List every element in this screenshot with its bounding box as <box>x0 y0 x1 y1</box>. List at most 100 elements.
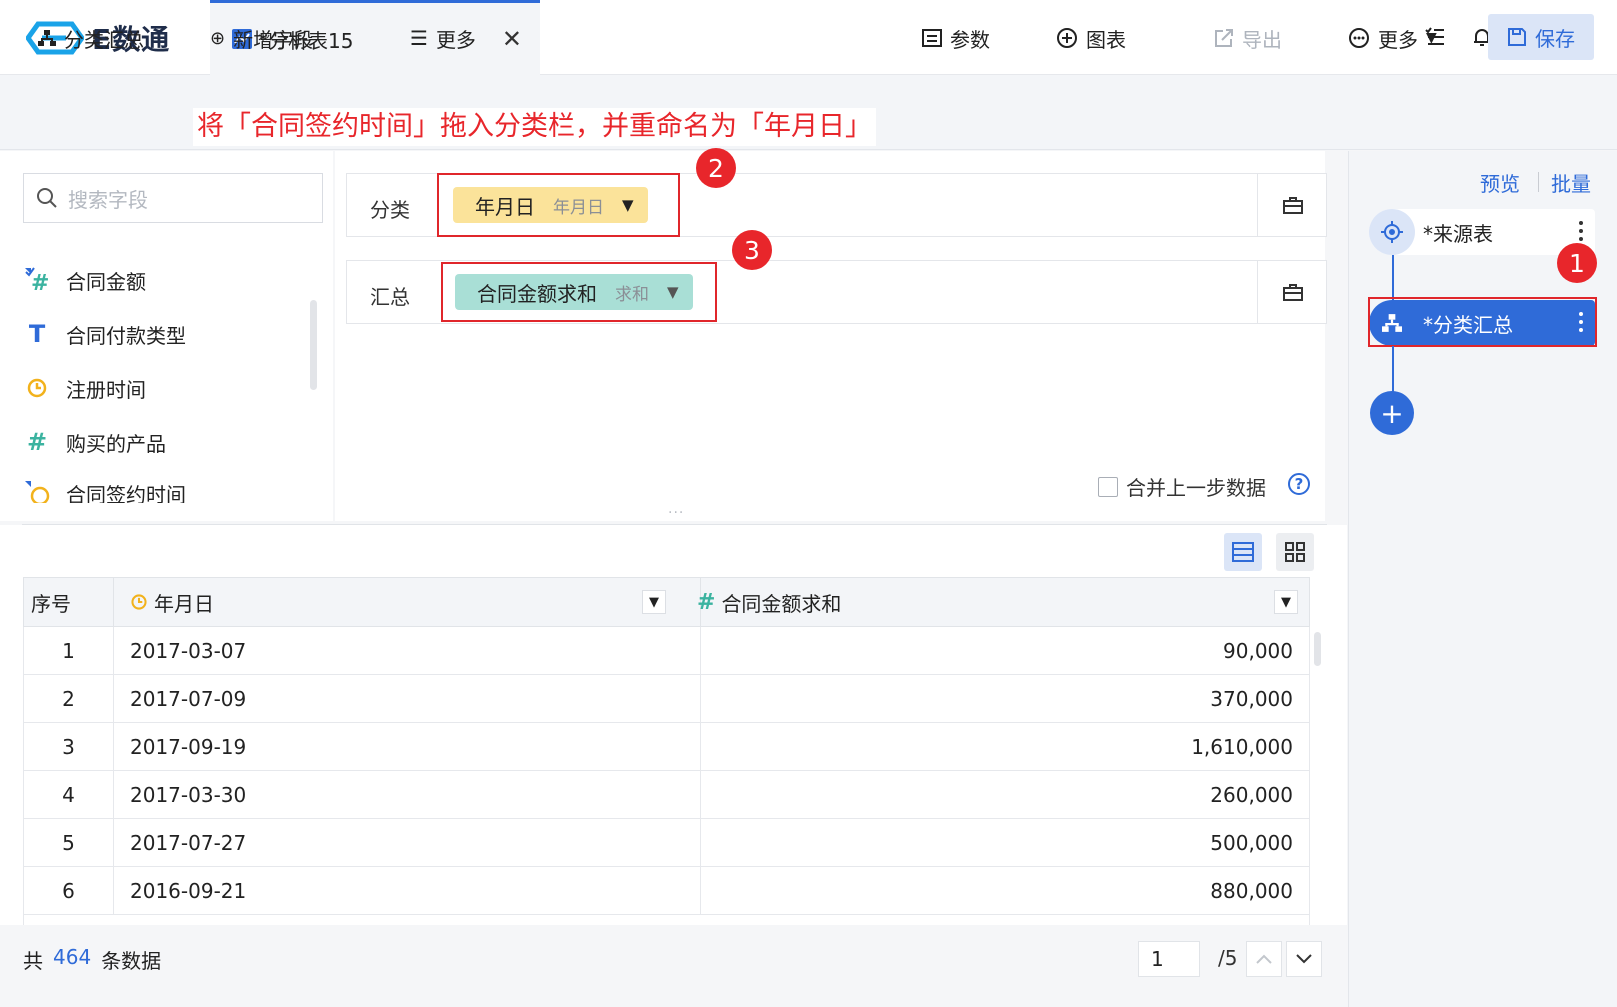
step-connector <box>1392 346 1394 392</box>
field-item[interactable]: T 合同付款类型 <box>22 317 186 351</box>
step-badge-3: 3 <box>732 230 772 270</box>
table-row[interactable]: 1 2017-03-07 90,000 <box>23 627 1310 675</box>
next-page-button[interactable] <box>1286 941 1322 977</box>
search-input[interactable]: 搜索字段 <box>23 173 323 223</box>
table-row[interactable]: 3 2017-09-19 1,610,000 <box>23 723 1310 771</box>
table-row[interactable]: 4 2017-03-30 260,000 <box>23 771 1310 819</box>
export-icon <box>1215 29 1233 47</box>
summary-label: 汇总 <box>370 285 410 309</box>
new-field-label: 新增字段 <box>233 27 314 52</box>
export-button[interactable]: 导出 <box>1214 22 1282 54</box>
list-icon: ☰ <box>410 26 428 50</box>
chevron-up-icon <box>1256 954 1272 964</box>
kebab-icon[interactable] <box>1579 221 1583 241</box>
cell-date: 2017-09-19 <box>114 723 701 770</box>
more-left-button[interactable]: ☰ 更多 <box>410 22 476 54</box>
step-badge-2: 2 <box>696 148 736 188</box>
merge-previous-checkbox[interactable]: 合并上一步数据 <box>1098 472 1266 501</box>
checkbox[interactable] <box>1098 476 1118 497</box>
table-row[interactable]: 2 2017-07-09 370,000 <box>23 675 1310 723</box>
count-total: 464 <box>53 945 92 969</box>
link-separator <box>1538 172 1539 192</box>
field-item[interactable]: # 合同金额 <box>22 263 146 297</box>
table-row-partial <box>23 915 1310 925</box>
field-label: 注册时间 <box>66 377 146 402</box>
more-button[interactable]: 更多 ▼ <box>1348 22 1437 54</box>
cell-index: 5 <box>24 819 114 866</box>
caret-down-icon[interactable]: ▼ <box>667 283 679 301</box>
export-label: 导出 <box>1242 27 1282 52</box>
new-field-button[interactable]: ⊕ 新增字段 <box>210 22 313 54</box>
search-placeholder: 搜索字段 <box>68 187 148 212</box>
count-prefix: 共 <box>23 949 43 973</box>
table-header <box>23 577 1310 627</box>
add-step-button[interactable]: + <box>1370 391 1414 435</box>
close-icon[interactable]: ✕ <box>502 25 522 53</box>
table-row[interactable]: 5 2017-07-27 500,000 <box>23 819 1310 867</box>
number-check-icon: # <box>22 266 52 294</box>
summary-pill[interactable]: 合同金额求和 求和 ▼ <box>455 274 693 310</box>
table-view-button[interactable] <box>1224 533 1262 571</box>
cell-amount: 1,610,000 <box>1191 734 1293 759</box>
field-scrollbar[interactable] <box>310 300 317 390</box>
chart-button[interactable]: 图表 <box>1056 22 1126 54</box>
field-item[interactable]: # 购买的产品 <box>22 425 166 459</box>
text-icon: T <box>28 320 46 348</box>
header-date-label: 年月日 <box>154 591 214 616</box>
header-amount-dropdown[interactable]: ▼ <box>1274 590 1298 614</box>
caret-down-icon: ▼ <box>1281 594 1291 610</box>
chevron-down-icon <box>1296 954 1312 964</box>
preview-link[interactable]: 预览 <box>1480 168 1520 197</box>
params-icon <box>922 29 942 47</box>
category-pill-sub: 年月日 <box>553 197 604 218</box>
header-index-label: 序号 <box>31 591 71 616</box>
svg-text:#: # <box>31 271 49 294</box>
more-circle-icon <box>1349 28 1369 48</box>
number-icon: # <box>26 428 48 456</box>
help-icon[interactable]: ? <box>1288 473 1310 495</box>
table-row[interactable]: 6 2016-09-21 880,000 <box>23 867 1310 915</box>
header-date-dropdown[interactable]: ▼ <box>642 590 666 614</box>
number-icon: # <box>697 589 716 615</box>
caret-down-icon: ▼ <box>1426 30 1437 46</box>
prev-page-button[interactable] <box>1246 941 1282 977</box>
field-label: 购买的产品 <box>66 431 166 456</box>
cell-index: 4 <box>24 771 114 818</box>
params-button[interactable]: 参数 <box>922 22 990 54</box>
cell-index: 1 <box>24 627 114 674</box>
category-pill[interactable]: 年月日 年月日 ▼ <box>453 187 648 223</box>
grid-view-button[interactable] <box>1276 533 1314 571</box>
cell-index: 2 <box>24 675 114 722</box>
field-label: 合同付款类型 <box>66 323 186 348</box>
batch-link[interactable]: 批量 <box>1551 168 1591 197</box>
field-item[interactable]: 注册时间 <box>22 371 146 405</box>
resize-grip-icon[interactable]: ··· <box>668 505 684 521</box>
category-settings[interactable] <box>1257 173 1327 237</box>
header-amount: # 合同金额求和 <box>697 577 841 627</box>
page-input[interactable]: 1 <box>1138 941 1200 977</box>
group-summary-button[interactable]: 分类汇总 <box>38 22 144 54</box>
crosshair-icon <box>1369 209 1415 255</box>
save-icon <box>1508 28 1526 46</box>
save-button[interactable]: 保存 <box>1488 14 1594 60</box>
merge-label: 合并上一步数据 <box>1126 476 1266 500</box>
cell-date: 2017-07-09 <box>114 675 701 722</box>
record-count: 共 464 条数据 <box>23 945 161 974</box>
new-field-icon: ⊕ <box>210 27 226 49</box>
field-label: 合同金额 <box>66 269 146 294</box>
field-item[interactable]: 合同签约时间 <box>22 479 186 503</box>
cell-amount: 880,000 <box>1210 878 1293 903</box>
category-pill-label: 年月日 <box>475 194 535 219</box>
more-left-label: 更多 <box>435 27 476 52</box>
summary-pill-label: 合同金额求和 <box>477 281 597 306</box>
caret-down-icon[interactable]: ▼ <box>622 196 634 214</box>
search-icon <box>37 188 57 208</box>
toolbox-icon <box>1282 197 1303 214</box>
summary-settings[interactable] <box>1257 260 1327 324</box>
group-summary-label: 分类汇总 <box>64 27 144 52</box>
add-circle-icon <box>1057 28 1077 48</box>
header-divider <box>113 577 114 627</box>
step-badge-1: 1 <box>1557 243 1597 283</box>
step-source-table[interactable]: *来源表 <box>1369 209 1595 255</box>
table-scrollbar[interactable] <box>1314 632 1321 666</box>
